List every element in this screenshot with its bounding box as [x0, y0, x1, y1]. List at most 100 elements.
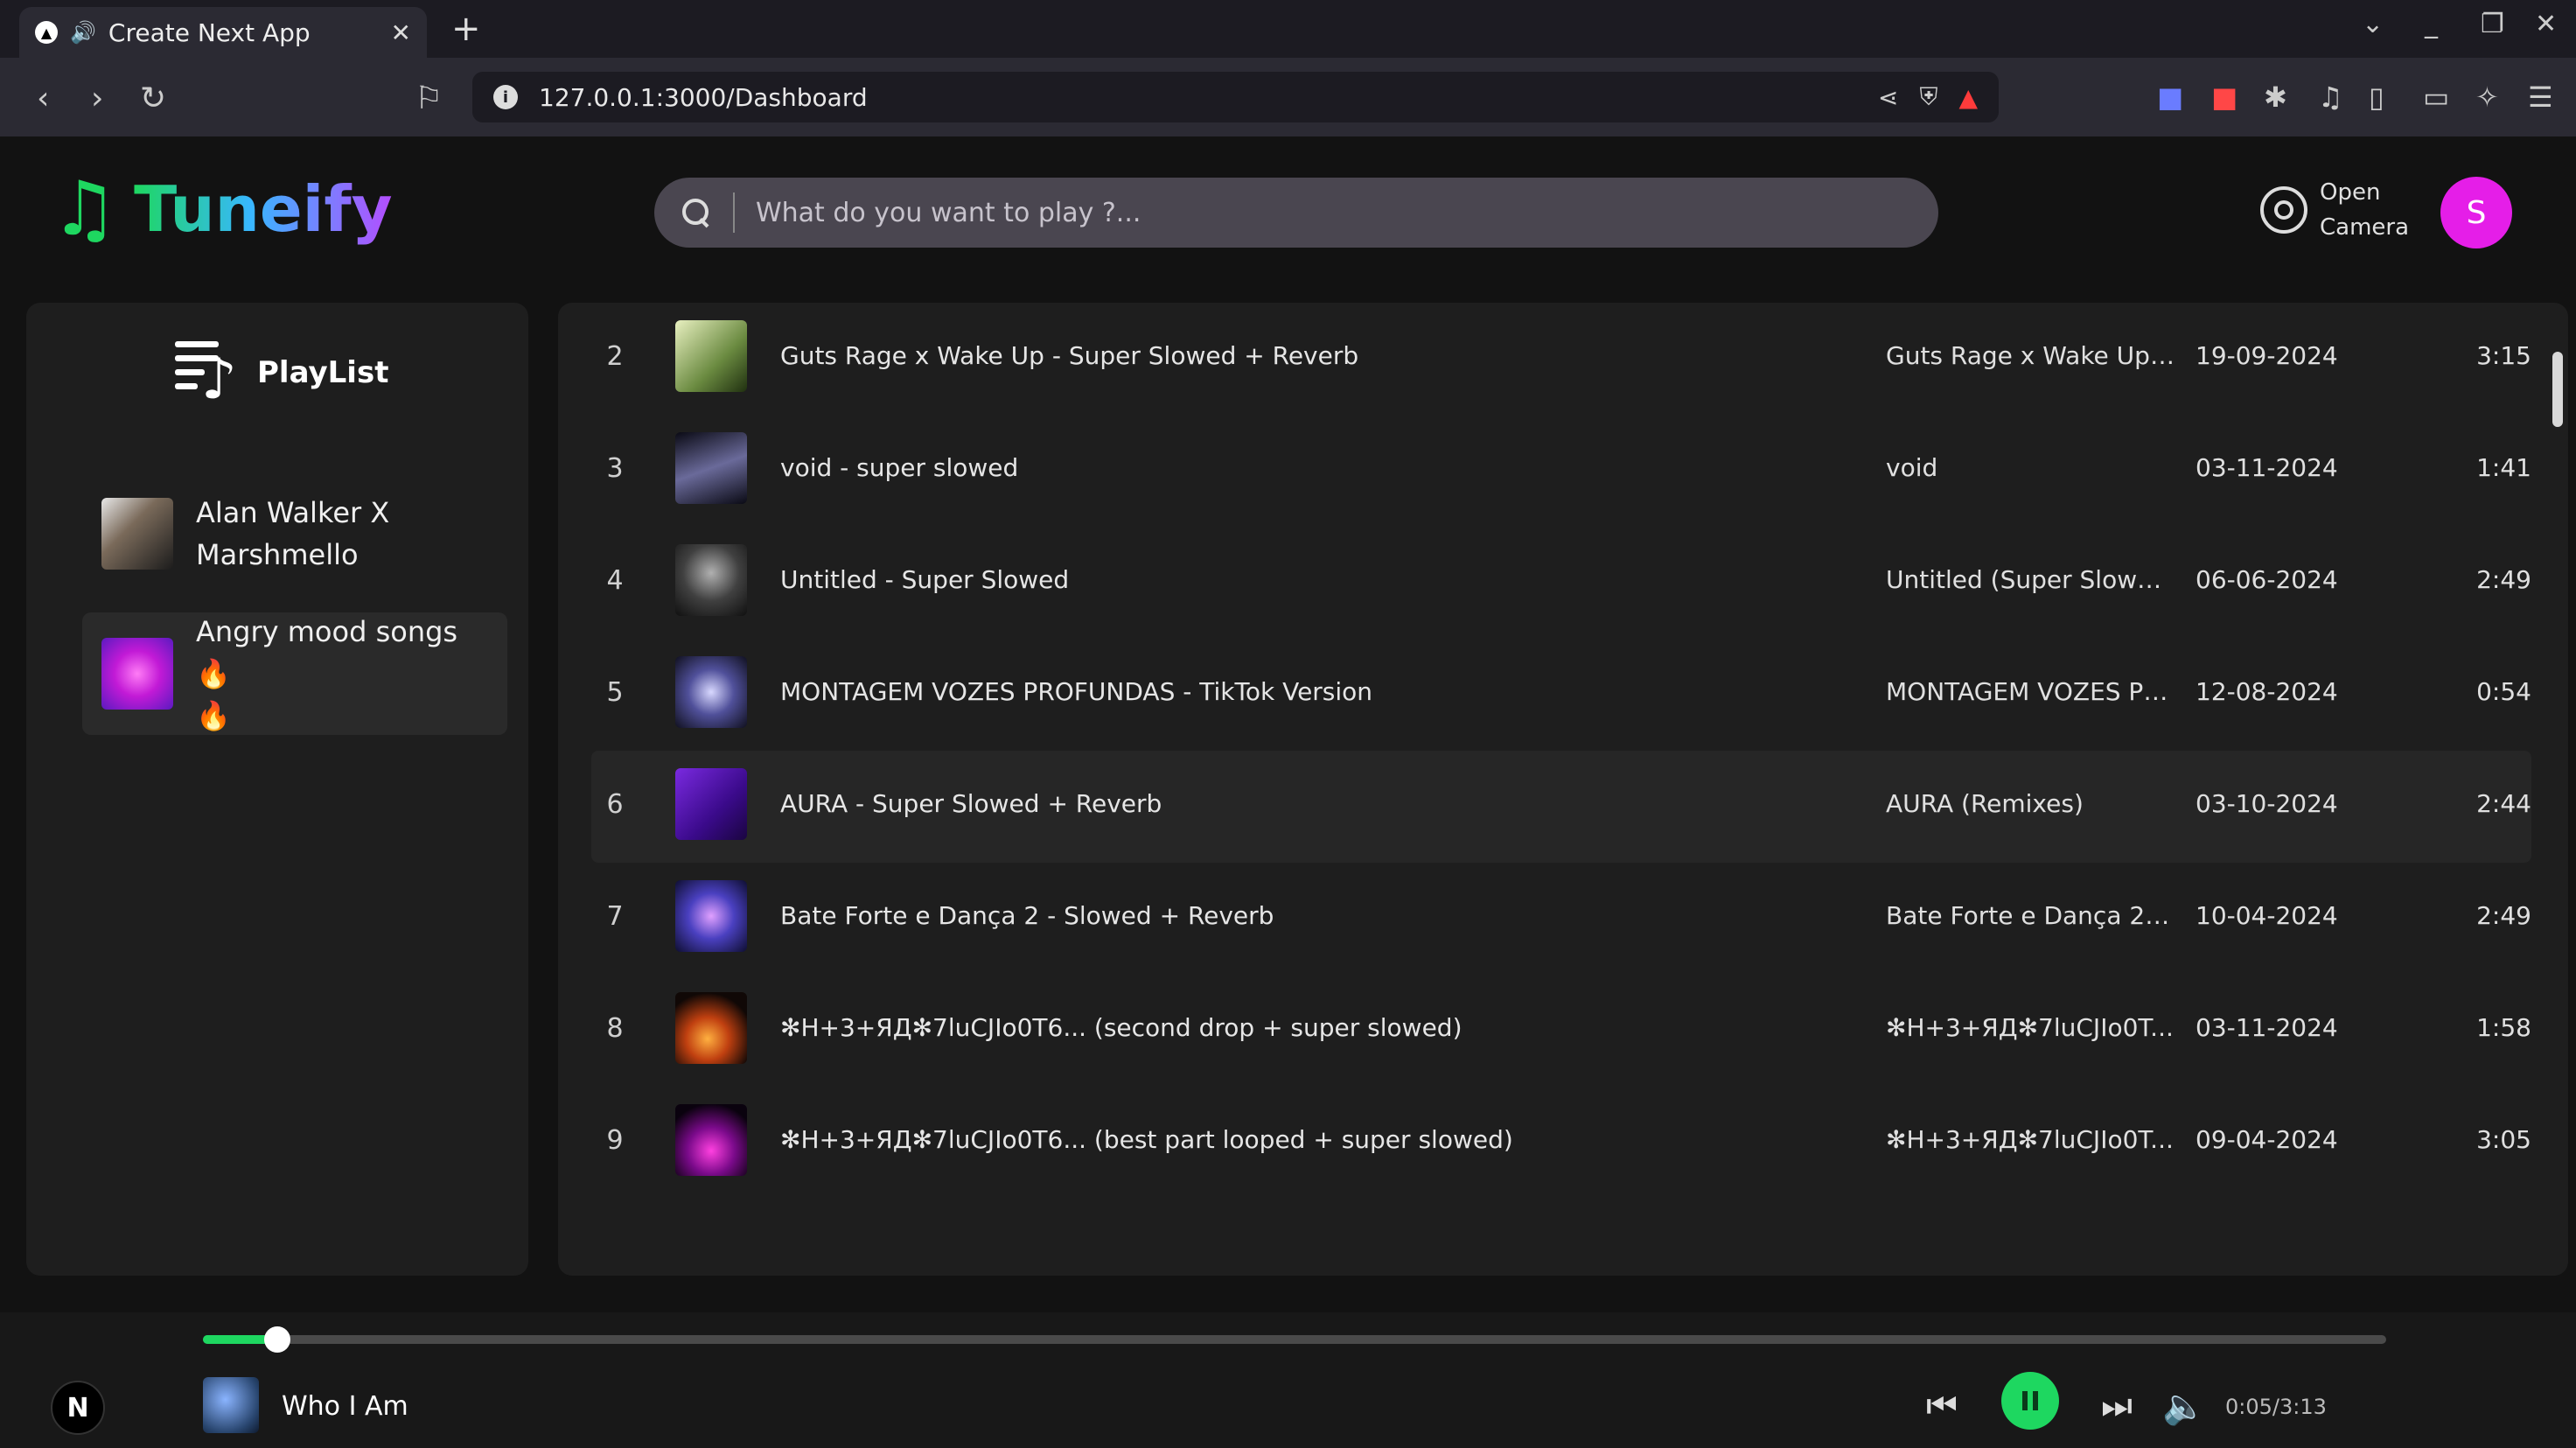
duration: 1:58 [2476, 1013, 2531, 1042]
bookmark-icon[interactable]: ⚐ [415, 80, 443, 116]
playlist-sidebar: ♪ PlayList Alan Walker X Marshmello Angry… [26, 303, 528, 1276]
new-tab-button[interactable]: + [451, 9, 481, 49]
song-title: AURA - Super Slowed + Reverb [780, 789, 1162, 818]
duration: 2:49 [2476, 901, 2531, 930]
browser-tab[interactable]: ▲ 🔊 Create Next App ✕ [19, 7, 427, 58]
album-art [675, 656, 747, 728]
speaker-icon[interactable]: 🔊 [70, 20, 96, 45]
volume-icon[interactable]: 🔈 [2162, 1386, 2206, 1427]
album-art [675, 432, 747, 504]
song-title: Guts Rage x Wake Up - Super Slowed + Rev… [780, 341, 1359, 370]
reload-icon[interactable]: ↻ [140, 80, 166, 116]
album-art [675, 544, 747, 616]
search-input[interactable] [756, 197, 1912, 228]
open-camera-label: Open Camera [2320, 175, 2416, 245]
album-art [675, 768, 747, 840]
close-window-icon[interactable]: ✕ [2535, 9, 2557, 39]
extension-icon[interactable]: ■ [2157, 80, 2183, 114]
app-logo[interactable]: ♫ Tuneify [51, 171, 393, 247]
webcam-icon [2260, 186, 2307, 234]
song-row[interactable]: 4 Untitled - Super Slowed Untitled (Supe… [591, 527, 2531, 639]
progress-knob[interactable] [263, 1326, 290, 1353]
song-title: ✻H+3+ЯД✻7luCJIo0T6... (second drop + sup… [780, 1013, 1463, 1042]
date-added: 03-10-2024 [2196, 789, 2338, 818]
previous-track-icon[interactable]: ⏮ [1926, 1386, 1958, 1426]
n-badge[interactable]: N [51, 1381, 105, 1435]
playlist-item-label: Alan Walker X Marshmello [196, 496, 390, 571]
track-number: 7 [606, 901, 624, 932]
maximize-icon[interactable]: ❐ [2481, 9, 2504, 39]
search-bar[interactable] [654, 178, 1938, 248]
tab-title: Create Next App [108, 17, 311, 47]
player-bar: N Who I Am ⏮ ⏭ 🔈 0:05/3:13 [0, 1312, 2576, 1448]
duration: 2:44 [2476, 789, 2531, 818]
now-playing-title: Who I Am [282, 1391, 408, 1422]
song-row[interactable]: 2 Guts Rage x Wake Up - Super Slowed + R… [591, 303, 2531, 415]
camera-label-line2: Camera [2320, 214, 2410, 241]
date-added: 03-11-2024 [2196, 453, 2338, 482]
back-icon[interactable]: ‹ [37, 80, 49, 116]
album-art [675, 320, 747, 392]
date-added: 10-04-2024 [2196, 901, 2338, 930]
date-added: 09-04-2024 [2196, 1125, 2338, 1154]
minimize-icon[interactable]: _ [2425, 9, 2438, 39]
album-name: MONTAGEM VOZES PR... [1886, 677, 2175, 706]
site-info-icon[interactable]: i [493, 85, 518, 109]
user-avatar[interactable]: S [2440, 177, 2512, 248]
song-row[interactable]: 8 ✻H+3+ЯД✻7luCJIo0T6... (second drop + s… [591, 975, 2531, 1087]
extension-red-icon[interactable]: ■ [2211, 80, 2237, 114]
album-name: Untitled (Super Slowed) [1886, 565, 2175, 594]
sidebar-toggle-icon[interactable]: ▯ [2369, 80, 2384, 114]
search-divider [733, 192, 735, 233]
music-note-logo-icon: ♫ [51, 165, 119, 253]
album-art [675, 1104, 747, 1176]
share-icon[interactable]: ⋖ [1878, 83, 1898, 112]
track-number: 8 [606, 1013, 624, 1044]
song-row[interactable]: 5 MONTAGEM VOZES PROFUNDAS - TikTok Vers… [591, 639, 2531, 751]
song-row[interactable]: 3 void - super slowed void 03-11-2024 1:… [591, 415, 2531, 527]
puzzle-icon[interactable]: ✱ [2264, 80, 2287, 114]
song-title: ✻H+3+ЯД✻7luCJIo0T6... (best part looped … [780, 1125, 1513, 1154]
track-number: 3 [606, 453, 624, 484]
nextjs-favicon-icon: ▲ [35, 21, 58, 44]
song-title: Untitled - Super Slowed [780, 565, 1070, 594]
menu-icon[interactable]: ☰ [2528, 80, 2553, 114]
song-title: void - super slowed [780, 453, 1019, 482]
album-name: ✻H+3+ЯД✻7luCJIo0T... [1886, 1013, 2174, 1042]
album-art [675, 992, 747, 1064]
url-text[interactable]: 127.0.0.1:3000/Dashboard [539, 83, 1857, 112]
shield-icon[interactable]: ⛨ [1919, 82, 1937, 112]
rewards-icon[interactable]: ▲ [1958, 83, 1978, 112]
browser-tab-bar: ▲ 🔊 Create Next App ✕ + ⌄ _ ❐ ✕ [0, 0, 2576, 58]
close-tab-icon[interactable]: ✕ [391, 18, 411, 47]
song-row[interactable]: 9 ✻H+3+ЯД✻7luCJIo0T6... (best part loope… [591, 1087, 2531, 1199]
wallet-icon[interactable]: ▭ [2423, 80, 2449, 114]
music-note-icon[interactable]: ♫ [2318, 80, 2343, 114]
song-row[interactable]: 7 Bate Forte e Dança 2 - Slowed + Reverb… [591, 863, 2531, 975]
album-name: AURA (Remixes) [1886, 789, 2084, 818]
pause-button[interactable] [2001, 1372, 2059, 1430]
date-added: 03-11-2024 [2196, 1013, 2338, 1042]
playlist-item-label: Angry mood songs🔥 🔥 [196, 615, 458, 732]
track-number: 9 [606, 1125, 624, 1156]
open-camera-button[interactable]: Open Camera [2260, 175, 2416, 245]
song-list-scrollbar[interactable] [2552, 352, 2563, 427]
date-added: 19-09-2024 [2196, 341, 2338, 370]
album-name: void [1886, 453, 1938, 482]
playlist-title: PlayList [257, 355, 389, 390]
ai-sparkle-icon[interactable]: ✧ [2475, 80, 2499, 114]
playlist-thumbnail [101, 498, 173, 570]
progress-bar[interactable] [203, 1326, 2386, 1353]
duration: 1:41 [2476, 453, 2531, 482]
playlist-thumbnail [101, 638, 173, 710]
playback-time: 0:05/3:13 [2225, 1395, 2327, 1419]
address-bar[interactable]: i 127.0.0.1:3000/Dashboard ⋖ ⛨ ▲ [472, 72, 1999, 122]
forward-icon[interactable]: › [91, 80, 103, 116]
song-row[interactable]: 6 AURA - Super Slowed + Reverb AURA (Rem… [591, 751, 2531, 863]
playlist-item-angry-mood[interactable]: Angry mood songs🔥 🔥 [82, 612, 507, 735]
playlist-item-alan-walker[interactable]: Alan Walker X Marshmello [56, 472, 507, 595]
next-track-icon[interactable]: ⏭ [2101, 1386, 2133, 1426]
tab-list-chevron-icon[interactable]: ⌄ [2362, 9, 2384, 39]
duration: 3:05 [2476, 1125, 2531, 1154]
album-name: ✻H+3+ЯД✻7luCJIo0T... [1886, 1125, 2174, 1154]
